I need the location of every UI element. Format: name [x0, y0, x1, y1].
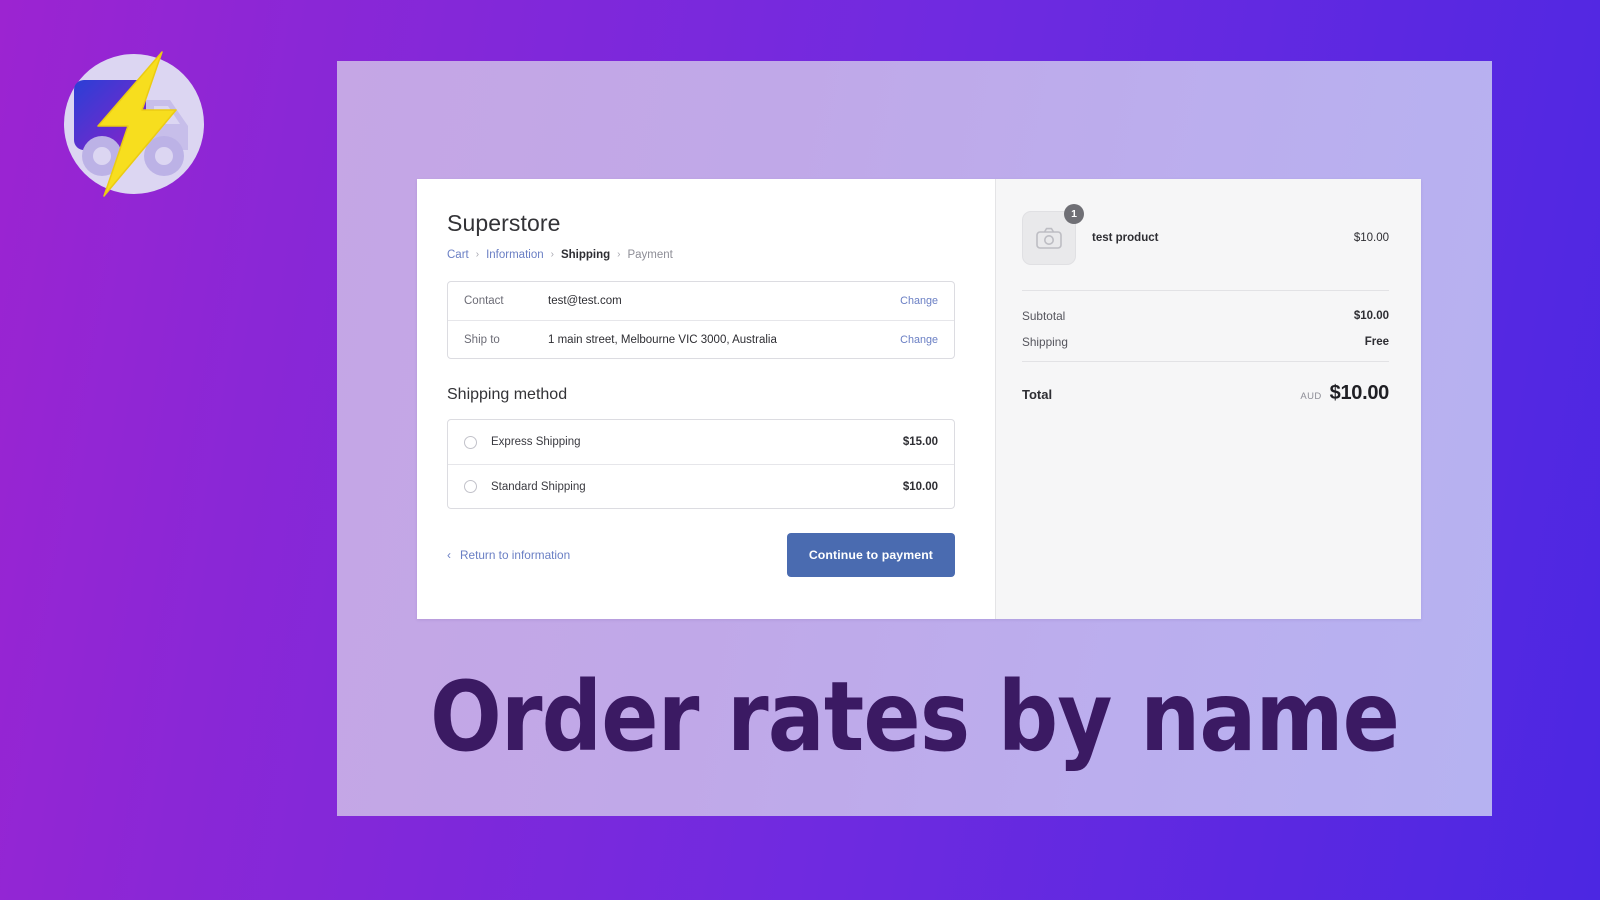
rate-price-express: $15.00: [902, 436, 938, 449]
return-to-information-label: Return to information: [460, 548, 571, 563]
summary-value-subtotal: $10.00: [1353, 310, 1389, 322]
order-item-price: $10.00: [1353, 232, 1389, 244]
total-currency: AUD: [1300, 391, 1322, 402]
change-contact-link[interactable]: Change: [900, 295, 938, 307]
summary-label-subtotal: Subtotal: [1022, 309, 1066, 323]
return-to-information-link[interactable]: ‹ Return to information: [447, 548, 570, 562]
summary-divider: [1022, 290, 1389, 291]
info-label-contact: Contact: [464, 295, 504, 308]
order-summary-panel: 1 test product $10.00 Subtotal $10.00 Sh…: [995, 179, 1421, 619]
breadcrumb-item-cart[interactable]: Cart: [447, 249, 469, 261]
breadcrumb-item-shipping: Shipping: [560, 249, 611, 262]
checkout-card: Superstore Cart › Information › Shipping…: [417, 179, 1421, 619]
summary-label-shipping: Shipping: [1022, 335, 1068, 349]
info-row-contact: Contact test@test.com Change: [448, 282, 954, 320]
rate-label-express: Express Shipping: [491, 436, 581, 449]
camera-placeholder-icon: [1036, 227, 1062, 249]
total-value: $10.00: [1329, 382, 1390, 404]
chevron-right-icon: ›: [550, 249, 554, 261]
info-label-ship-to: Ship to: [464, 333, 500, 346]
total-divider: [1022, 361, 1389, 362]
summary-value-shipping: Free: [1364, 336, 1389, 348]
total-label: Total: [1022, 387, 1053, 402]
checkout-main-column: Superstore Cart › Information › Shipping…: [417, 179, 995, 619]
shipping-rates-list: Express Shipping $15.00 Standard Shippin…: [447, 419, 955, 510]
breadcrumb-item-payment: Payment: [627, 249, 673, 262]
breadcrumb-item-information[interactable]: Information: [486, 249, 544, 261]
slide-panel: Superstore Cart › Information › Shipping…: [337, 61, 1492, 816]
chevron-left-icon: ‹: [447, 548, 451, 563]
total-amount-group: AUD $10.00: [1300, 382, 1389, 405]
slide-caption: Order rates by name: [429, 661, 1400, 773]
checkout-actions: ‹ Return to information Continue to paym…: [447, 533, 955, 578]
info-value-contact: test@test.com: [548, 295, 622, 308]
breadcrumb: Cart › Information › Shipping › Payment: [447, 249, 955, 261]
chevron-right-icon: ›: [617, 249, 621, 261]
shipping-rate-option-standard[interactable]: Standard Shipping $10.00: [448, 464, 954, 508]
info-row-ship-to: Ship to 1 main street, Melbourne VIC 300…: [448, 320, 954, 358]
rate-price-standard: $10.00: [902, 480, 938, 493]
summary-row-total: Total AUD $10.00: [1022, 382, 1389, 405]
lightning-truck-logo-icon: [64, 51, 204, 197]
customer-info-card: Contact test@test.com Change Ship to 1 m…: [447, 281, 955, 360]
order-item-name: test product: [1092, 232, 1159, 244]
summary-row-subtotal: Subtotal $10.00: [1022, 309, 1389, 323]
radio-standard-shipping[interactable]: [464, 480, 477, 494]
order-line-item: 1 test product $10.00: [1022, 204, 1389, 265]
rate-label-standard: Standard Shipping: [491, 480, 586, 493]
brand-logo: [58, 48, 210, 200]
shipping-method-title: Shipping method: [447, 386, 568, 404]
summary-row-shipping: Shipping Free: [1022, 335, 1389, 349]
info-value-ship-to: 1 main street, Melbourne VIC 3000, Austr…: [548, 333, 777, 346]
continue-to-payment-button[interactable]: Continue to payment: [786, 533, 955, 578]
change-ship-to-link[interactable]: Change: [900, 334, 938, 346]
radio-express-shipping[interactable]: [464, 435, 477, 449]
quantity-badge: 1: [1064, 204, 1084, 224]
product-thumbnail-wrap: 1: [1022, 204, 1084, 265]
shipping-rate-option-express[interactable]: Express Shipping $15.00: [448, 420, 954, 464]
chevron-right-icon: ›: [475, 249, 480, 261]
store-title: Superstore: [447, 210, 561, 236]
